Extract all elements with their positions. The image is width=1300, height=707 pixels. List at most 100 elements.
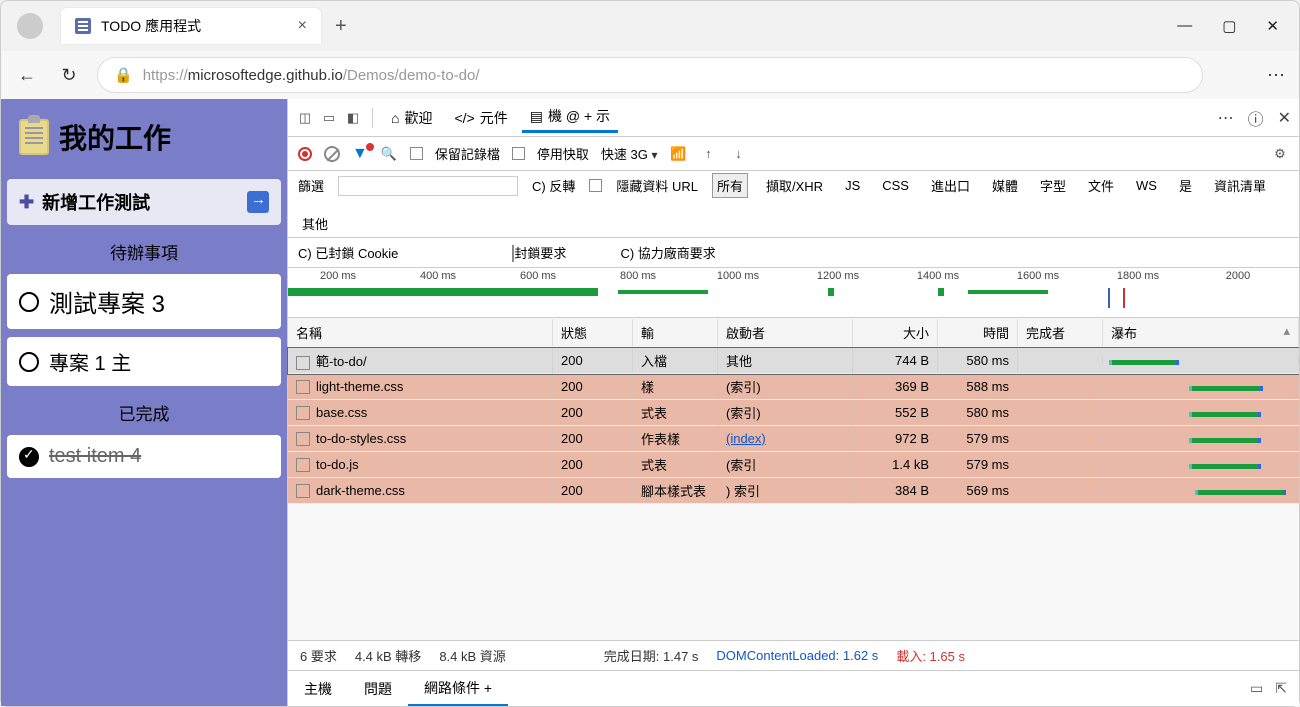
clipboard-icon — [19, 119, 49, 155]
file-icon — [296, 458, 310, 472]
empty-area — [288, 504, 1299, 640]
request-row[interactable]: base.css200式表(索引)552 B580 ms — [288, 400, 1299, 426]
request-row[interactable]: dark-theme.css200腳本樣式表) 索引384 B569 ms — [288, 478, 1299, 504]
tab-close-icon[interactable]: × — [298, 17, 307, 35]
timeline-tick: 1200 ms — [788, 270, 888, 282]
filter-icon[interactable]: ▼ — [352, 145, 368, 163]
timeline-tick: 1000 ms — [688, 270, 788, 282]
file-icon — [296, 432, 310, 446]
task-checkbox-checked[interactable] — [19, 447, 39, 467]
task-item-done[interactable]: test item 4 — [7, 435, 281, 478]
todo-app: 我的工作 ✚ 新增工作測試 待辦事項 測試專案 3 專案 1 主 已完成 tes… — [1, 99, 287, 706]
timeline-tick: 200 ms — [288, 270, 388, 282]
summary-transferred: 4.4 kB 轉移 — [355, 646, 421, 665]
col-fulfilled[interactable]: 完成者 — [1018, 319, 1103, 346]
filter-img[interactable]: 進出口 — [927, 174, 974, 197]
task-checkbox[interactable] — [19, 352, 39, 372]
filter-media[interactable]: 媒體 — [988, 174, 1022, 197]
timeline-tick: 1400 ms — [888, 270, 988, 282]
drawer-console[interactable]: 主機 — [288, 673, 348, 705]
col-time[interactable]: 時間 — [938, 319, 1018, 346]
browser-menu-icon[interactable]: ⋯ — [1267, 65, 1287, 86]
filter-js[interactable]: JS — [841, 176, 864, 195]
task-label: 專案 1 主 — [49, 347, 131, 376]
tab-title: TODO 應用程式 — [101, 16, 201, 36]
more-tools-icon[interactable]: ⋯ — [1218, 108, 1234, 128]
inspect-icon[interactable]: ◫ — [296, 109, 314, 127]
search-icon[interactable]: 🔍 — [380, 145, 398, 163]
tab-network[interactable]: ▤機 @ + 示 — [522, 102, 618, 133]
filter-fetch[interactable]: 擷取/XHR — [762, 174, 827, 197]
filter-font[interactable]: 字型 — [1036, 174, 1070, 197]
request-row[interactable]: to-do.js200式表(索引1.4 kB579 ms — [288, 452, 1299, 478]
col-name[interactable]: 名稱 — [288, 319, 553, 346]
plus-icon: ✚ — [19, 192, 34, 213]
devtools-tabs: ◫ ▭ ◧ ⌂歡迎 </>元件 ▤機 @ + 示 ⋯ ⓘ ✕ — [288, 99, 1299, 137]
upload-icon[interactable]: ↑ — [700, 145, 718, 163]
back-button[interactable]: ← — [13, 61, 41, 89]
tab-favicon-icon — [75, 18, 91, 34]
col-type[interactable]: 輸 — [633, 319, 718, 346]
drawer-icon-2[interactable]: ⇱ — [1275, 680, 1287, 697]
help-icon[interactable]: ⓘ — [1248, 106, 1264, 130]
blocked-cookies-option[interactable]: C) 已封鎖 Cookie — [298, 243, 398, 262]
filter-manifest[interactable]: 資訊清單 — [1210, 174, 1270, 197]
filter-doc[interactable]: 文件 — [1084, 174, 1118, 197]
refresh-button[interactable]: ↻ — [55, 61, 83, 89]
hide-data-checkbox[interactable] — [589, 179, 602, 192]
url-bar-row: ← ↻ 🔒 https://microsoftedge.github.io/De… — [1, 51, 1299, 99]
wifi-icon[interactable]: 📶 — [670, 145, 688, 163]
drawer: 主機 問題 網路條件 + ▭ ⇱ — [288, 670, 1299, 706]
preserve-log-checkbox[interactable] — [410, 147, 423, 160]
task-item[interactable]: 測試專案 3 — [7, 274, 281, 329]
address-bar[interactable]: 🔒 https://microsoftedge.github.io/Demos/… — [97, 57, 1203, 93]
minimize-button[interactable]: ― — [1177, 17, 1192, 35]
profile-avatar[interactable] — [17, 13, 43, 39]
col-initiator[interactable]: 啟動者 — [718, 319, 853, 346]
new-task-input[interactable]: ✚ 新增工作測試 — [7, 179, 281, 225]
browser-tab[interactable]: TODO 應用程式 × — [61, 8, 321, 44]
col-status[interactable]: 狀態 — [553, 319, 633, 346]
close-button[interactable]: ✕ — [1266, 17, 1279, 35]
settings-icon[interactable]: ⚙ — [1271, 145, 1289, 163]
request-row[interactable]: 範-to-do/200入檔其他744 B580 ms — [288, 348, 1299, 374]
request-row[interactable]: to-do-styles.css200作表樣(index)972 B579 ms — [288, 426, 1299, 452]
task-checkbox[interactable] — [19, 292, 39, 312]
device-icon[interactable]: ▭ — [320, 109, 338, 127]
invert-option[interactable]: C) 反轉 — [532, 176, 575, 195]
browser-window: TODO 應用程式 × + ― ▢ ✕ ← ↻ 🔒 https://micros… — [0, 0, 1300, 707]
drawer-icon-1[interactable]: ▭ — [1250, 680, 1263, 697]
timeline-tick: 400 ms — [388, 270, 488, 282]
download-icon[interactable]: ↓ — [730, 145, 748, 163]
task-item[interactable]: 專案 1 主 — [7, 337, 281, 386]
filter-input[interactable] — [338, 176, 518, 196]
filter-css[interactable]: CSS — [878, 176, 913, 195]
disable-cache-label: 停用快取 — [537, 144, 589, 163]
col-waterfall[interactable]: 瀑布▴ — [1103, 319, 1299, 346]
new-tab-button[interactable]: + — [335, 15, 347, 38]
disable-cache-checkbox[interactable] — [512, 147, 525, 160]
clear-button[interactable] — [324, 146, 340, 162]
tab-welcome[interactable]: ⌂歡迎 — [383, 104, 440, 132]
timeline-tick: 600 ms — [488, 270, 588, 282]
filter-all[interactable]: 所有 — [712, 173, 748, 198]
filter-ws[interactable]: WS — [1132, 176, 1161, 195]
request-row[interactable]: light-theme.css200樣(索引)369 B588 ms — [288, 374, 1299, 400]
maximize-button[interactable]: ▢ — [1222, 17, 1236, 35]
record-button[interactable] — [298, 147, 312, 161]
third-party-option[interactable]: C) 協力廠商要求 — [620, 243, 715, 262]
file-icon — [296, 356, 310, 370]
filter-wasm[interactable]: 是 — [1175, 174, 1196, 197]
timeline-tick: 800 ms — [588, 270, 688, 282]
submit-task-button[interactable] — [247, 191, 269, 213]
tab-elements[interactable]: </>元件 — [446, 104, 515, 132]
throttle-select[interactable]: 快速 3G ▾ — [601, 144, 658, 163]
filter-other[interactable]: 其他 — [298, 212, 332, 235]
dock-icon[interactable]: ◧ — [344, 109, 362, 127]
timeline[interactable]: 200 ms400 ms600 ms800 ms1000 ms1200 ms14… — [288, 268, 1299, 318]
hide-data-label: 隱藏資料 URL — [616, 176, 698, 195]
drawer-issues[interactable]: 問題 — [348, 673, 408, 705]
drawer-network-conditions[interactable]: 網路條件 + — [408, 672, 508, 706]
col-size[interactable]: 大小 — [853, 319, 938, 346]
devtools-close-icon[interactable]: ✕ — [1278, 108, 1291, 128]
